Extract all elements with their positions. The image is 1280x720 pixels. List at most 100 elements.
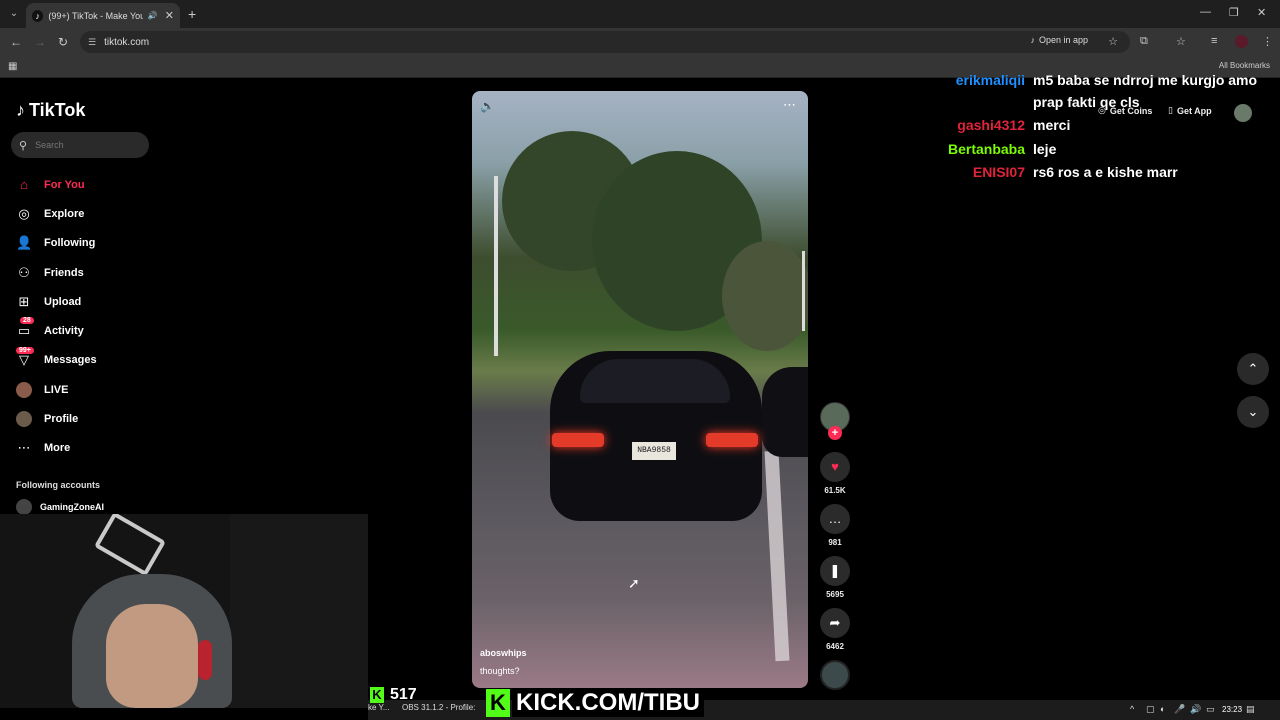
- sidebar-item-label: LIVE: [44, 383, 69, 396]
- tab-title: (99+) TikTok - Make Your Day: [48, 10, 143, 21]
- activity-badge: 28: [20, 317, 34, 325]
- browser-tab[interactable]: ♪ (99+) TikTok - Make Your Day 🔊 ✕: [26, 3, 180, 28]
- webcam-background: [230, 514, 368, 708]
- browser-toolbar: ← → ↻ ☰ tiktok.com ♪ Open in app ☆ ⧉ ☆ ≡…: [0, 28, 1280, 56]
- viewer-count: 517: [390, 686, 417, 703]
- sidebar-item-following[interactable]: 👤 Following: [16, 229, 97, 258]
- license-plate: NBA9858: [632, 442, 676, 460]
- tray-icon[interactable]: ◐: [1160, 704, 1165, 714]
- browser-profile-avatar[interactable]: [1235, 35, 1248, 48]
- video-player[interactable]: NBA9858 🔈 ⋯ aboswhips thoughts?: [472, 91, 808, 688]
- kick-banner-logo-icon: K: [486, 689, 510, 717]
- video-more-icon[interactable]: ⋯: [783, 97, 796, 113]
- forward-icon[interactable]: →: [34, 35, 46, 49]
- messages-badge: 99+: [16, 346, 34, 354]
- audio-icon[interactable]: 🔊: [148, 11, 158, 20]
- video-author[interactable]: aboswhips: [480, 648, 527, 658]
- kick-banner: K KICK.COM/TIBU: [486, 689, 704, 717]
- clock: 23:23: [1222, 705, 1243, 714]
- sidebar-item-label: Explore: [44, 207, 85, 220]
- sidebar-item-more[interactable]: ⋯ More: [16, 434, 97, 463]
- follow-plus-icon[interactable]: +: [828, 426, 842, 440]
- chat-message: ENISI07 rs6 ros a e kishe marr: [920, 162, 1280, 184]
- activity-icon: ▭: [17, 323, 31, 339]
- volume-tray-icon[interactable]: 🔊: [1190, 704, 1201, 715]
- open-in-app-label: Open in app: [1038, 35, 1088, 45]
- like-action[interactable]: ♥ 61.5K: [820, 452, 850, 495]
- tiktok-favicon-icon: ♪: [32, 9, 44, 22]
- sidebar-item-label: Messages: [44, 354, 97, 367]
- car-rear-window: [580, 359, 730, 403]
- save-count: 5695: [826, 590, 844, 599]
- chat-message: Bertanbaba leje: [920, 139, 1280, 161]
- save-action[interactable]: ❚ 5695: [820, 556, 850, 599]
- new-tab-icon[interactable]: +: [188, 6, 196, 22]
- sidebar-item-live[interactable]: LIVE: [16, 375, 97, 404]
- streamer-headphone: [198, 640, 212, 680]
- volume-icon[interactable]: 🔈: [480, 99, 495, 113]
- media-icon[interactable]: ≡: [1211, 35, 1217, 47]
- close-window-icon[interactable]: ✕: [1257, 6, 1266, 19]
- menu-icon[interactable]: ⋮: [1262, 35, 1273, 48]
- share-count: 6462: [826, 642, 844, 651]
- bookmark-icon[interactable]: ❚: [820, 556, 850, 586]
- address-bar[interactable]: ☰ tiktok.com ♪ Open in app ☆: [80, 31, 1130, 53]
- music-disc-icon[interactable]: [820, 660, 850, 690]
- back-icon[interactable]: ←: [10, 35, 22, 49]
- all-bookmarks-button[interactable]: All Bookmarks: [1219, 61, 1270, 70]
- tiktok-logo[interactable]: ♪ TikTok: [16, 100, 85, 121]
- tiktok-small-icon: ♪: [1030, 35, 1035, 45]
- chat-message: gashi4312 merci: [920, 115, 1280, 137]
- following-account-item[interactable]: GamingZoneAI: [16, 499, 104, 515]
- video-description: thoughts?: [480, 666, 520, 676]
- sidebar-item-friends[interactable]: ⚇ Friends: [16, 258, 97, 287]
- sidebar-item-activity[interactable]: ▭ 28 Activity: [16, 316, 97, 345]
- chat-text: rs6 ros a e kishe marr: [1033, 164, 1178, 180]
- comment-action[interactable]: … 981: [820, 504, 850, 547]
- chat-username: gashi4312: [957, 117, 1025, 133]
- kick-banner-text: KICK.COM/TIBU: [512, 689, 704, 717]
- notification-icon[interactable]: ▤: [1246, 704, 1255, 715]
- sidebar-item-label: For You: [44, 178, 85, 191]
- restore-icon[interactable]: ❐: [1229, 6, 1239, 19]
- following-accounts-title: Following accounts: [16, 480, 101, 490]
- bookmark-star-icon[interactable]: ☆: [1108, 35, 1118, 48]
- chat-message: erikmaliqii m5 baba se ndrroj me kurgjo …: [920, 70, 1280, 113]
- taskbar-item-obs[interactable]: OBS 31.1.2 - Profile:: [402, 703, 475, 712]
- open-in-app-button[interactable]: ♪ Open in app: [1030, 35, 1088, 45]
- reload-icon[interactable]: ↻: [58, 35, 68, 49]
- network-icon[interactable]: ▭: [1206, 704, 1215, 715]
- heart-icon[interactable]: ♥: [820, 452, 850, 482]
- parking-stripe: [764, 450, 790, 662]
- taillight-right: [706, 433, 758, 447]
- search-input[interactable]: [35, 140, 136, 150]
- favorites-icon[interactable]: ☆: [1176, 35, 1186, 48]
- upload-icon: ⊞: [18, 293, 30, 309]
- search-box[interactable]: ⚲: [11, 132, 149, 158]
- compass-icon: ◎: [18, 205, 30, 221]
- tray-chevron-icon[interactable]: ^: [1130, 704, 1134, 714]
- close-tab-icon[interactable]: ✕: [165, 9, 174, 22]
- sidebar-item-for-you[interactable]: ⌂ For You: [16, 170, 97, 199]
- stream-chat-overlay: erikmaliqii m5 baba se ndrroj me kurgjo …: [920, 70, 1280, 186]
- sidebar-item-label: More: [44, 442, 71, 455]
- next-video-chevron-down-icon[interactable]: ⌄: [1237, 396, 1269, 428]
- microphone-icon[interactable]: 🎤: [1174, 704, 1185, 715]
- tray-icon[interactable]: ▢: [1146, 704, 1155, 715]
- streamer-face: [106, 604, 198, 708]
- apps-grid-icon[interactable]: ▦: [8, 61, 17, 72]
- sidebar-item-upload[interactable]: ⊞ Upload: [16, 287, 97, 316]
- sidebar-item-profile[interactable]: Profile: [16, 404, 97, 433]
- sidebar-item-messages[interactable]: ▽ 99+ Messages: [16, 346, 97, 375]
- tab-search-icon[interactable]: ⌄: [6, 6, 22, 22]
- comment-icon[interactable]: …: [820, 504, 850, 534]
- share-icon[interactable]: ➦: [820, 608, 850, 638]
- lamp-post: [494, 176, 498, 356]
- share-action[interactable]: ➦ 6462: [820, 608, 850, 651]
- taskbar-item[interactable]: ke Y...: [368, 703, 390, 712]
- minimize-icon[interactable]: —: [1200, 6, 1211, 18]
- site-info-icon[interactable]: ☰: [88, 37, 96, 48]
- extensions-icon[interactable]: ⧉: [1140, 35, 1148, 48]
- previous-video-chevron-up-icon[interactable]: ⌃: [1237, 353, 1269, 385]
- sidebar-item-explore[interactable]: ◎ Explore: [16, 199, 97, 228]
